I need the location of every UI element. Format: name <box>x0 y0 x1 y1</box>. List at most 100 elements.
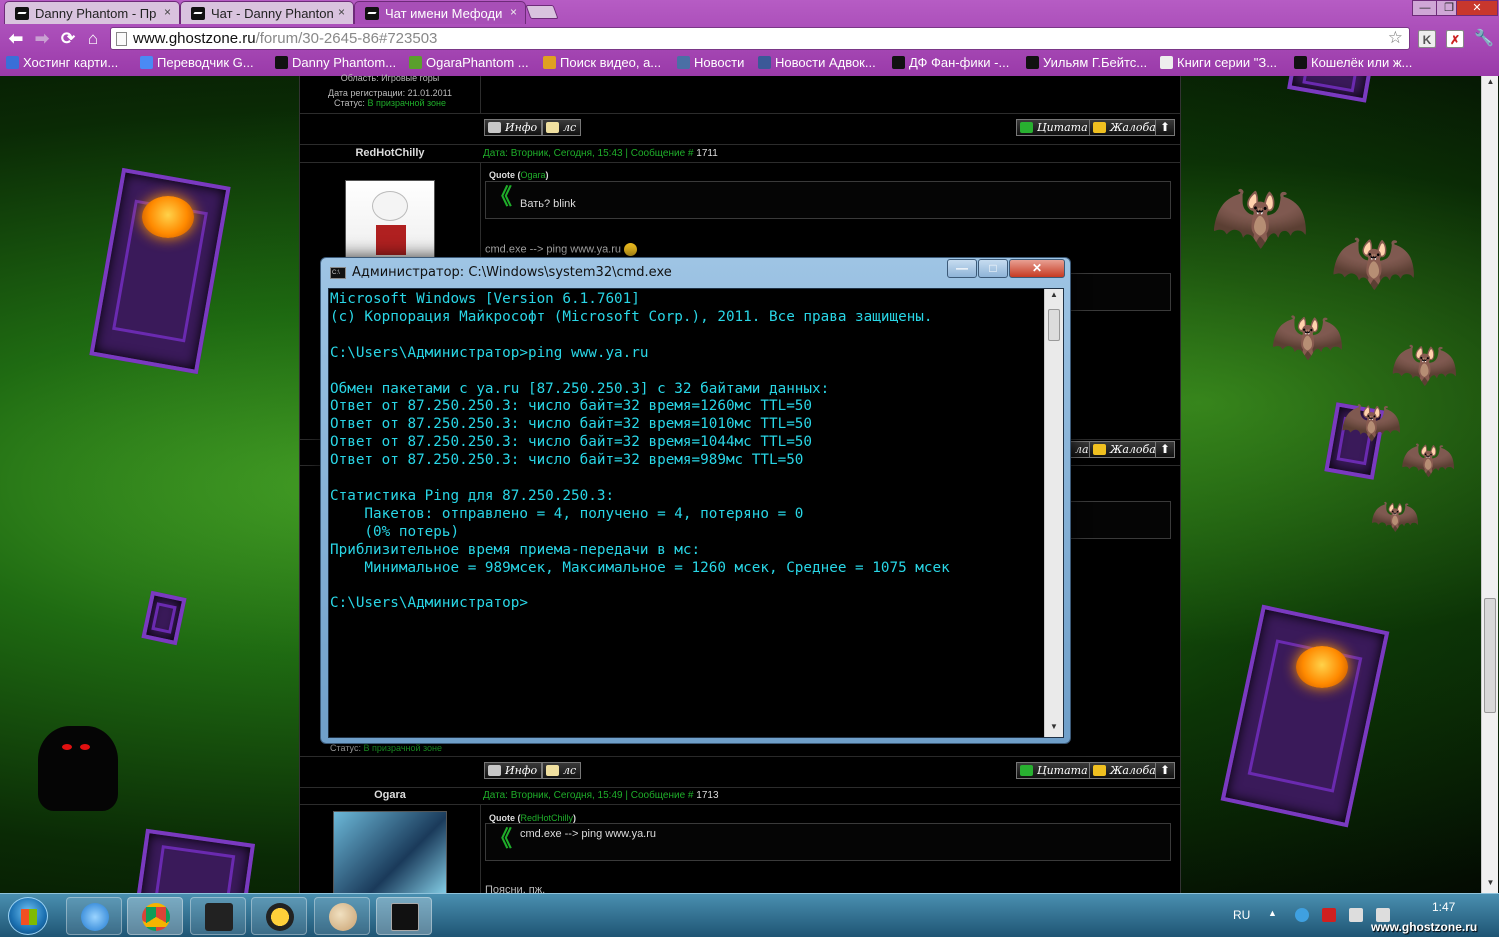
cmd-close-button[interactable]: ✕ <box>1009 259 1065 278</box>
home-icon[interactable]: ⌂ <box>83 29 103 49</box>
cmd-line <box>330 578 1042 596</box>
info-button[interactable]: Инфо <box>484 119 543 136</box>
bookmark-item[interactable]: Danny Phantom... <box>275 55 396 70</box>
quote-label: Quote (Ogara) <box>489 170 549 180</box>
bat-icon: 🦇 <box>1330 222 1418 300</box>
tray-expand-icon[interactable]: ▲ <box>1268 908 1277 918</box>
tab-danny-phantom[interactable]: Danny Phantom - Пр × <box>4 1 180 24</box>
bookmark-item[interactable]: Поиск видео, а... <box>543 55 661 70</box>
cmd-output: Microsoft Windows [Version 6.1.7601] (c) … <box>330 291 1042 735</box>
cmd-window[interactable]: C:\ Администратор: C:\Windows\system32\c… <box>320 257 1071 744</box>
status-value: В призрачной зоне <box>367 98 447 108</box>
minimize-button[interactable]: — <box>1412 0 1438 16</box>
post-author[interactable]: RedHotChilly <box>300 147 480 159</box>
forward-arrow-icon[interactable]: ➡ <box>32 29 52 49</box>
cmd-line: Приблизительное время приема-передачи в … <box>330 541 701 558</box>
scrollbar-thumb[interactable] <box>1484 598 1496 713</box>
info-button[interactable]: Инфо <box>484 762 543 779</box>
network-icon[interactable] <box>1349 908 1363 922</box>
cmd-line: C:\Users\Администратор>ping www.ya.ru <box>330 344 649 361</box>
taskbar-ie-button[interactable] <box>66 897 122 935</box>
complain-button[interactable]: Жалоба <box>1089 762 1161 779</box>
bookmark-item[interactable]: OgaraPhantom ... <box>409 55 529 70</box>
cmd-maximize-button[interactable]: □ <box>978 259 1008 278</box>
bookmark-favicon-icon <box>409 56 422 69</box>
quote-button[interactable]: Цитата <box>1016 762 1093 779</box>
quote-author[interactable]: Ogara <box>521 170 546 180</box>
pm-button[interactable]: лс <box>542 762 582 779</box>
column-divider <box>480 804 481 894</box>
taskbar-cmd-button[interactable] <box>376 897 432 935</box>
cmd-scrollbar[interactable]: ▲ ▼ <box>1044 289 1063 737</box>
taskbar-printer-button[interactable] <box>190 897 246 935</box>
reload-icon[interactable]: ⟳ <box>58 29 78 49</box>
bookmark-star-icon[interactable]: ☆ <box>1388 28 1403 48</box>
bookmark-item[interactable]: Новости <box>677 55 744 70</box>
post-number[interactable]: 1713 <box>696 790 718 801</box>
language-indicator[interactable]: RU <box>1233 908 1250 922</box>
extension-flag-icon[interactable]: ✗ <box>1446 30 1464 48</box>
page-scrollbar[interactable]: ▲ ▼ <box>1481 76 1498 893</box>
complain-button[interactable]: Жалоба <box>1089 441 1161 458</box>
taskbar-aimp-button[interactable] <box>251 897 307 935</box>
bookmark-item[interactable]: Переводчик G... <box>140 55 254 70</box>
bookmark-item[interactable]: Хостинг карти... <box>6 55 118 70</box>
scroll-down-arrow-icon[interactable]: ▼ <box>1482 878 1499 892</box>
aimp-icon <box>266 903 294 931</box>
exclamation-icon <box>1093 122 1106 133</box>
complain-button[interactable]: Жалоба <box>1089 119 1161 136</box>
door-decoration <box>141 590 187 646</box>
tab-chat-mefodiy[interactable]: Чат имени Мефоди × <box>354 1 526 24</box>
tab-close-icon[interactable]: × <box>164 5 171 19</box>
scroll-up-arrow-icon[interactable]: ▲ <box>1045 290 1063 304</box>
taskbar-paint-button[interactable] <box>314 897 370 935</box>
bookmarks-bar: Хостинг карти... Переводчик G... Danny P… <box>0 53 1499 75</box>
bookmark-item[interactable]: Уильям Г.Бейтс... <box>1026 55 1147 70</box>
scrollbar-thumb[interactable] <box>1048 309 1060 341</box>
scroll-down-arrow-icon[interactable]: ▼ <box>1045 722 1063 736</box>
scroll-up-button[interactable]: ⬆ <box>1155 119 1175 136</box>
bookmark-item[interactable]: Книги серии "З... <box>1160 55 1277 70</box>
quote-box: 《 cmd.exe --> ping www.ya.ru <box>485 823 1171 861</box>
avatar <box>345 180 435 260</box>
start-button[interactable] <box>8 897 48 935</box>
post-number[interactable]: 1711 <box>696 148 718 159</box>
bookmark-favicon-icon <box>140 56 153 69</box>
row-separator <box>300 162 1180 163</box>
address-bar[interactable]: www.ghostzone.ru/forum/30-2645-86#723503… <box>110 27 1410 50</box>
bat-icon: 🦇 <box>1390 332 1459 394</box>
bookmark-favicon-icon <box>758 56 771 69</box>
pm-button[interactable]: лс <box>542 119 582 136</box>
taskbar-chrome-button[interactable] <box>127 897 183 935</box>
bookmark-item[interactable]: ДФ Фан-фики -... <box>892 55 1009 70</box>
bookmark-favicon-icon <box>892 56 905 69</box>
close-window-button[interactable]: ✕ <box>1456 0 1498 16</box>
scroll-up-arrow-icon[interactable]: ▲ <box>1482 77 1499 91</box>
bluetooth-icon[interactable] <box>1295 908 1309 922</box>
cmd-console[interactable]: Microsoft Windows [Version 6.1.7601] (c) … <box>328 288 1064 738</box>
exclamation-icon <box>1093 444 1106 455</box>
url-path: /forum/30-2645-86#723503 <box>255 30 438 47</box>
wrench-menu-icon[interactable]: 🔧 <box>1474 30 1494 48</box>
action-center-flag-icon[interactable] <box>1322 908 1336 922</box>
bookmark-item[interactable]: Новости Адвок... <box>758 55 876 70</box>
post-author[interactable]: Ogara <box>300 789 480 801</box>
scroll-up-button[interactable]: ⬆ <box>1155 762 1175 779</box>
cmd-titlebar[interactable]: C:\ Администратор: C:\Windows\system32\c… <box>321 258 1070 286</box>
bookmark-item[interactable]: Кошелёк или ж... <box>1294 55 1412 70</box>
tab-close-icon[interactable]: × <box>510 5 517 19</box>
door-decoration <box>1220 604 1390 828</box>
user-status: Статус: В призрачной зоне <box>330 743 443 753</box>
back-arrow-icon[interactable]: ⬅ <box>6 29 26 49</box>
new-tab-button[interactable] <box>525 5 559 19</box>
quote-author[interactable]: RedHotChilly <box>521 813 574 823</box>
scroll-up-button[interactable]: ⬆ <box>1155 441 1175 458</box>
quote-button[interactable]: Цитата <box>1016 119 1093 136</box>
cmd-minimize-button[interactable]: — <box>947 259 977 278</box>
tab-chat-danny-phantom[interactable]: Чат - Danny Phanton × <box>180 1 354 24</box>
clock-time[interactable]: 1:47 <box>1432 900 1455 914</box>
extension-k-icon[interactable]: K <box>1418 30 1436 48</box>
avatar-face <box>372 191 408 221</box>
tab-close-icon[interactable]: × <box>338 5 345 19</box>
bookmark-favicon-icon <box>677 56 690 69</box>
